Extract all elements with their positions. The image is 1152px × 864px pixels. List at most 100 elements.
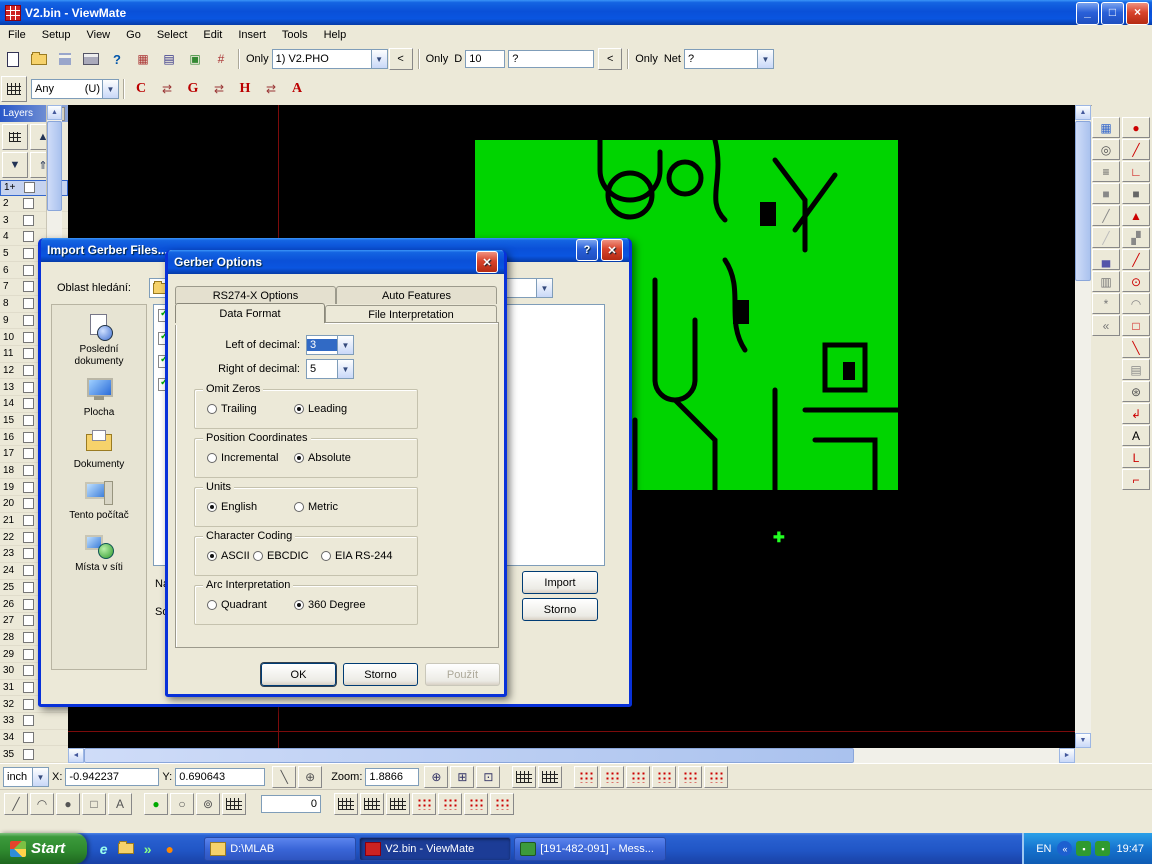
layer-visibility-checkbox[interactable] [23, 315, 34, 326]
language-indicator[interactable]: EN [1036, 843, 1051, 855]
close-button[interactable]: × [1126, 2, 1149, 25]
layer-visibility-checkbox[interactable] [23, 432, 34, 443]
flash5-icon[interactable] [678, 766, 702, 788]
layer-visibility-checkbox[interactable] [23, 498, 34, 509]
layer-visibility-checkbox[interactable] [23, 649, 34, 660]
draw-text-icon[interactable]: A [108, 793, 132, 815]
gear-icon[interactable]: ⊛ [1122, 381, 1150, 402]
snap-icon[interactable]: ● [144, 793, 168, 815]
gerber-dialog-titlebar[interactable]: Gerber Options ✕ [168, 250, 504, 274]
help-icon[interactable]: ? [576, 239, 598, 261]
layer-visibility-checkbox[interactable] [23, 548, 34, 559]
menu-item-select[interactable]: Select [149, 27, 196, 43]
layer-visibility-checkbox[interactable] [23, 415, 34, 426]
target-icon[interactable]: ◎ [1092, 139, 1120, 160]
zoom-field[interactable]: 1.8866 [365, 768, 419, 786]
dcode-count-field[interactable]: 0 [261, 795, 321, 813]
layer-visibility-checkbox[interactable] [23, 599, 34, 610]
radio-trailing[interactable]: Trailing [207, 403, 257, 415]
grid-c-icon[interactable] [386, 793, 410, 815]
filter-combo[interactable]: Any (U) ▼ [31, 79, 119, 99]
zoom-select-icon[interactable]: ⊡ [476, 766, 500, 788]
layer-visibility-checkbox[interactable] [23, 265, 34, 276]
measure-icon[interactable]: # [209, 47, 233, 71]
highlight-c-button[interactable]: C [129, 77, 153, 101]
minimize-button[interactable]: _ [1076, 2, 1099, 25]
tab-data-format[interactable]: Data Format [175, 303, 325, 323]
film-box-icon[interactable]: ▣ [183, 47, 207, 71]
target-red-icon[interactable]: ⊙ [1122, 271, 1150, 292]
scroll-thumb[interactable] [84, 748, 854, 763]
layer-visibility-checkbox[interactable] [23, 448, 34, 459]
close-icon[interactable]: ✕ [601, 239, 623, 261]
dot4-icon[interactable] [490, 793, 514, 815]
layer-table-button[interactable] [2, 124, 28, 150]
tab-auto-features[interactable]: Auto Features [336, 286, 497, 304]
scroll-thumb[interactable] [47, 121, 62, 211]
dcode-input[interactable]: 10 [465, 50, 505, 68]
start-button[interactable]: Start [0, 833, 87, 864]
radio-metric[interactable]: Metric [294, 501, 338, 513]
chart-icon[interactable]: ▄ [1092, 249, 1120, 270]
layer-visibility-checkbox[interactable] [23, 398, 34, 409]
layer-visibility-checkbox[interactable] [23, 732, 34, 743]
scroll-up-icon[interactable]: ▲ [1075, 105, 1091, 120]
layer-visibility-checkbox[interactable] [23, 699, 34, 710]
menu-item-insert[interactable]: Insert [230, 27, 274, 43]
vertical-scrollbar[interactable]: ▲ ▼ [1075, 105, 1091, 748]
select-mode-icon[interactable] [1, 76, 27, 102]
title-bar[interactable]: V2.bin - ViewMate _ □ × [0, 0, 1152, 25]
draw-pad-icon[interactable]: ● [56, 793, 80, 815]
layer-visibility-checkbox[interactable] [23, 365, 34, 376]
probe-icon[interactable]: ⊚ [196, 793, 220, 815]
grid-wide-icon[interactable] [538, 766, 562, 788]
layer-visibility-checkbox[interactable] [23, 632, 34, 643]
left-of-decimal-combo[interactable]: 3 ▼ [306, 335, 354, 355]
horizontal-scrollbar[interactable]: ◄ ► [68, 748, 1075, 763]
radio-quadrant[interactable]: Quadrant [207, 599, 267, 611]
maximize-button[interactable]: □ [1101, 2, 1124, 25]
radio-absolute[interactable]: Absolute [294, 452, 351, 464]
y-coordinate-field[interactable]: 0.690643 [175, 768, 265, 786]
layer-combo[interactable]: 1) V2.PHO ▼ [272, 49, 388, 69]
back-icon[interactable]: « [1092, 315, 1120, 336]
net-combo[interactable]: ? ▼ [684, 49, 774, 69]
dot1-icon[interactable] [412, 793, 436, 815]
place-plocha[interactable]: Plocha [54, 376, 144, 419]
cancel-button[interactable]: Storno [343, 663, 418, 686]
chevron-down-icon[interactable]: ▼ [337, 360, 353, 378]
layer-visibility-checkbox[interactable] [23, 332, 34, 343]
corner-icon[interactable]: ∟ [1122, 161, 1150, 182]
layer-row-35[interactable]: 35 [0, 746, 68, 763]
import-cancel-button[interactable]: Storno [522, 598, 598, 621]
open-folder-icon[interactable] [27, 47, 51, 71]
circle-icon[interactable]: ○ [170, 793, 194, 815]
close-icon[interactable]: ✕ [476, 251, 498, 273]
explorer-folder-icon[interactable] [117, 840, 134, 857]
ok-button[interactable]: OK [261, 663, 336, 686]
film-icon[interactable]: ▥ [1092, 271, 1120, 292]
scroll-left-icon[interactable]: ◄ [68, 748, 84, 763]
radio-ebcdic[interactable]: EBCDIC [253, 550, 309, 562]
hide-icons-chevron[interactable]: « [1057, 841, 1072, 856]
layer-visibility-checkbox[interactable] [23, 482, 34, 493]
swap-arrows-icon[interactable]: ⇄ [259, 77, 283, 101]
import-button[interactable]: Import [522, 571, 598, 594]
menu-item-setup[interactable]: Setup [34, 27, 79, 43]
layer-visibility-checkbox[interactable] [23, 515, 34, 526]
square-icon[interactable]: ■ [1122, 183, 1150, 204]
chevron-down-icon[interactable]: ▼ [337, 336, 353, 354]
chevron-down-icon[interactable]: ▼ [371, 50, 387, 68]
mirror-icon[interactable]: ▞ [1122, 227, 1150, 248]
big-square-icon[interactable]: ■ [1092, 183, 1120, 204]
dot2-icon[interactable] [438, 793, 462, 815]
pad-icon[interactable]: ● [1122, 117, 1150, 138]
apply-button[interactable]: Použít [425, 663, 500, 686]
origin-icon[interactable]: ⊕ [298, 766, 322, 788]
grid-toggle-icon[interactable] [222, 793, 246, 815]
layer-visibility-checkbox[interactable] [23, 532, 34, 543]
grid-b-icon[interactable] [360, 793, 384, 815]
layer-row-33[interactable]: 33 [0, 713, 68, 730]
dcode-table-icon[interactable]: ▦ [131, 47, 155, 71]
dot3-icon[interactable] [464, 793, 488, 815]
